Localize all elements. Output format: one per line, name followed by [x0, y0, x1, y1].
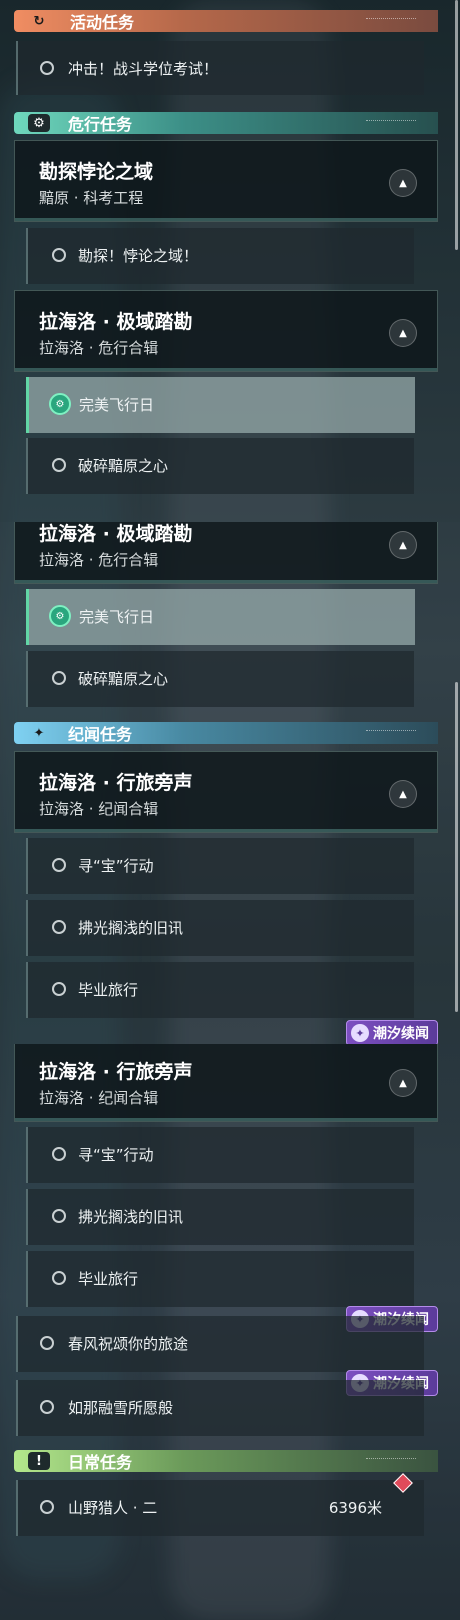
tide-task-item[interactable]: 如那融雪所愿般: [16, 1380, 424, 1436]
task-item-active[interactable]: ⚙ 完美飞行日: [26, 377, 415, 433]
quest-group-travel[interactable]: 拉海洛 · 行旅旁声 拉海洛 · 纪闻合辑 ▲: [14, 751, 438, 833]
story-header: ✦ 纪闻任务: [14, 722, 438, 744]
quest-group-paradox[interactable]: 勘探悖论之域 黯原 · 科考工程 ▲: [14, 140, 438, 222]
group-subtitle: 拉海洛 · 危行合辑: [39, 551, 159, 569]
task-label: 完美飞行日: [79, 608, 155, 626]
task-item[interactable]: 寻“宝”行动: [26, 1127, 414, 1183]
quest-group-travel[interactable]: 拉海洛 · 行旅旁声 拉海洛 · 纪闻合辑 ▲: [14, 1044, 438, 1122]
refresh-icon: ↻: [33, 13, 45, 29]
tide-task-item[interactable]: 春风祝颂你的旅途: [16, 1316, 424, 1372]
task-label: 拂光搁浅的旧讯: [78, 919, 184, 937]
task-label: 寻“宝”行动: [78, 857, 154, 875]
tracking-gear-icon: ⚙: [49, 393, 71, 415]
task-item[interactable]: 毕业旅行: [26, 962, 414, 1018]
tide-badge-label: 潮汐续闻: [373, 1026, 429, 1042]
task-label: 拂光搁浅的旧讯: [78, 1208, 184, 1226]
alert-icon: !: [28, 1452, 50, 1470]
task-status-circle-icon: [52, 1271, 66, 1285]
task-label: 春风祝颂你的旅途: [68, 1335, 189, 1353]
header-decoration: [366, 1458, 416, 1463]
task-status-circle-icon: [52, 982, 66, 996]
task-label: 完美飞行日: [79, 396, 155, 414]
task-label: 破碎黯原之心: [78, 670, 169, 688]
task-label: 毕业旅行: [78, 1270, 139, 1288]
group-title: 拉海洛 · 行旅旁声: [39, 1061, 193, 1083]
header-decoration: [366, 120, 416, 125]
task-item[interactable]: 拂光搁浅的旧讯: [26, 900, 414, 956]
task-label: 破碎黯原之心: [78, 457, 169, 475]
gear-badge-icon: ⚙: [28, 114, 50, 132]
task-status-circle-icon: [52, 1209, 66, 1223]
task-item[interactable]: 勘探！悖论之域！: [26, 228, 414, 284]
collapse-button[interactable]: ▲: [389, 1069, 417, 1097]
quest-group-polar[interactable]: 拉海洛 · 极域踏勘 拉海洛 · 危行合辑 ▲: [14, 290, 438, 372]
task-label: 勘探！悖论之域！: [78, 247, 199, 265]
daily-header: ! 日常任务: [14, 1450, 438, 1472]
task-label: 山野猎人 · 二: [68, 1499, 158, 1517]
task-item[interactable]: 毕业旅行: [26, 1251, 414, 1307]
waypoint-diamond-icon: [393, 1473, 413, 1493]
task-label: 寻“宝”行动: [78, 1146, 154, 1164]
quest-panel-2: 拉海洛 · 极域踏勘 拉海洛 · 危行合辑 ▲ ⚙ 完美飞行日 破碎黯原之心 ✦…: [0, 522, 460, 1044]
group-subtitle: 黯原 · 科考工程: [39, 189, 144, 207]
task-status-circle-icon: [40, 1400, 54, 1414]
quest-panel-1: ↻ 活动任务 冲击！战斗学位考试！ ⚙ 危行任务 勘探悖论之域 黯原 · 科考工…: [0, 0, 460, 522]
tide-badge: ✦ 潮汐续闻: [346, 1020, 438, 1044]
header-decoration: [366, 730, 416, 735]
group-subtitle: 拉海洛 · 纪闻合辑: [39, 1089, 159, 1107]
header-decoration: [366, 18, 416, 23]
group-title: 勘探悖论之域: [39, 161, 154, 183]
daily-task-item[interactable]: 山野猎人 · 二 6396米: [16, 1473, 424, 1536]
collapse-button[interactable]: ▲: [389, 531, 417, 559]
group-subtitle: 拉海洛 · 纪闻合辑: [39, 800, 159, 818]
collapse-button[interactable]: ▲: [389, 780, 417, 808]
task-status-circle-icon: [40, 1500, 54, 1514]
task-status-circle-icon: [52, 458, 66, 472]
quest-panel-3: 拉海洛 · 行旅旁声 拉海洛 · 纪闻合辑 ▲ 寻“宝”行动 拂光搁浅的旧讯 毕…: [0, 1044, 460, 1620]
activity-header: ↻ 活动任务: [14, 10, 438, 32]
group-title: 拉海洛 · 极域踏勘: [39, 311, 193, 333]
story-header-label: 纪闻任务: [68, 725, 133, 744]
daily-header-label: 日常任务: [68, 1453, 133, 1472]
danger-header: ⚙ 危行任务: [14, 112, 438, 134]
task-status-circle-icon: [52, 671, 66, 685]
task-label: 毕业旅行: [78, 981, 139, 999]
task-status-circle-icon: [52, 1147, 66, 1161]
task-item[interactable]: 寻“宝”行动: [26, 838, 414, 894]
task-status-circle-icon: [40, 1336, 54, 1350]
task-item[interactable]: 拂光搁浅的旧讯: [26, 1189, 414, 1245]
danger-header-label: 危行任务: [68, 115, 133, 134]
collapse-button[interactable]: ▲: [389, 169, 417, 197]
task-item[interactable]: 破碎黯原之心: [26, 438, 414, 494]
scrollbar[interactable]: [455, 682, 458, 1012]
task-status-circle-icon: [52, 858, 66, 872]
group-title: 拉海洛 · 行旅旁声: [39, 772, 193, 794]
task-item-active[interactable]: ⚙ 完美飞行日: [26, 589, 415, 645]
distance-label: 6396米: [328, 1499, 382, 1517]
activity-task[interactable]: 冲击！战斗学位考试！: [16, 41, 424, 95]
task-item[interactable]: 破碎黯原之心: [26, 651, 414, 707]
task-label: 冲击！战斗学位考试！: [68, 60, 219, 78]
activity-header-label: 活动任务: [70, 13, 135, 32]
task-status-circle-icon: [52, 920, 66, 934]
sparkle-icon: ✦: [33, 725, 45, 741]
tide-icon: ✦: [351, 1024, 369, 1042]
tracking-gear-icon: ⚙: [49, 605, 71, 627]
task-label: 如那融雪所愿般: [68, 1399, 174, 1417]
group-title: 拉海洛 · 极域踏勘: [39, 523, 193, 545]
collapse-button[interactable]: ▲: [389, 319, 417, 347]
quest-group-polar[interactable]: 拉海洛 · 极域踏勘 拉海洛 · 危行合辑 ▲: [14, 522, 438, 584]
task-status-circle-icon: [52, 248, 66, 262]
group-subtitle: 拉海洛 · 危行合辑: [39, 339, 159, 357]
scrollbar[interactable]: [455, 0, 458, 250]
task-status-circle-icon: [40, 61, 54, 75]
